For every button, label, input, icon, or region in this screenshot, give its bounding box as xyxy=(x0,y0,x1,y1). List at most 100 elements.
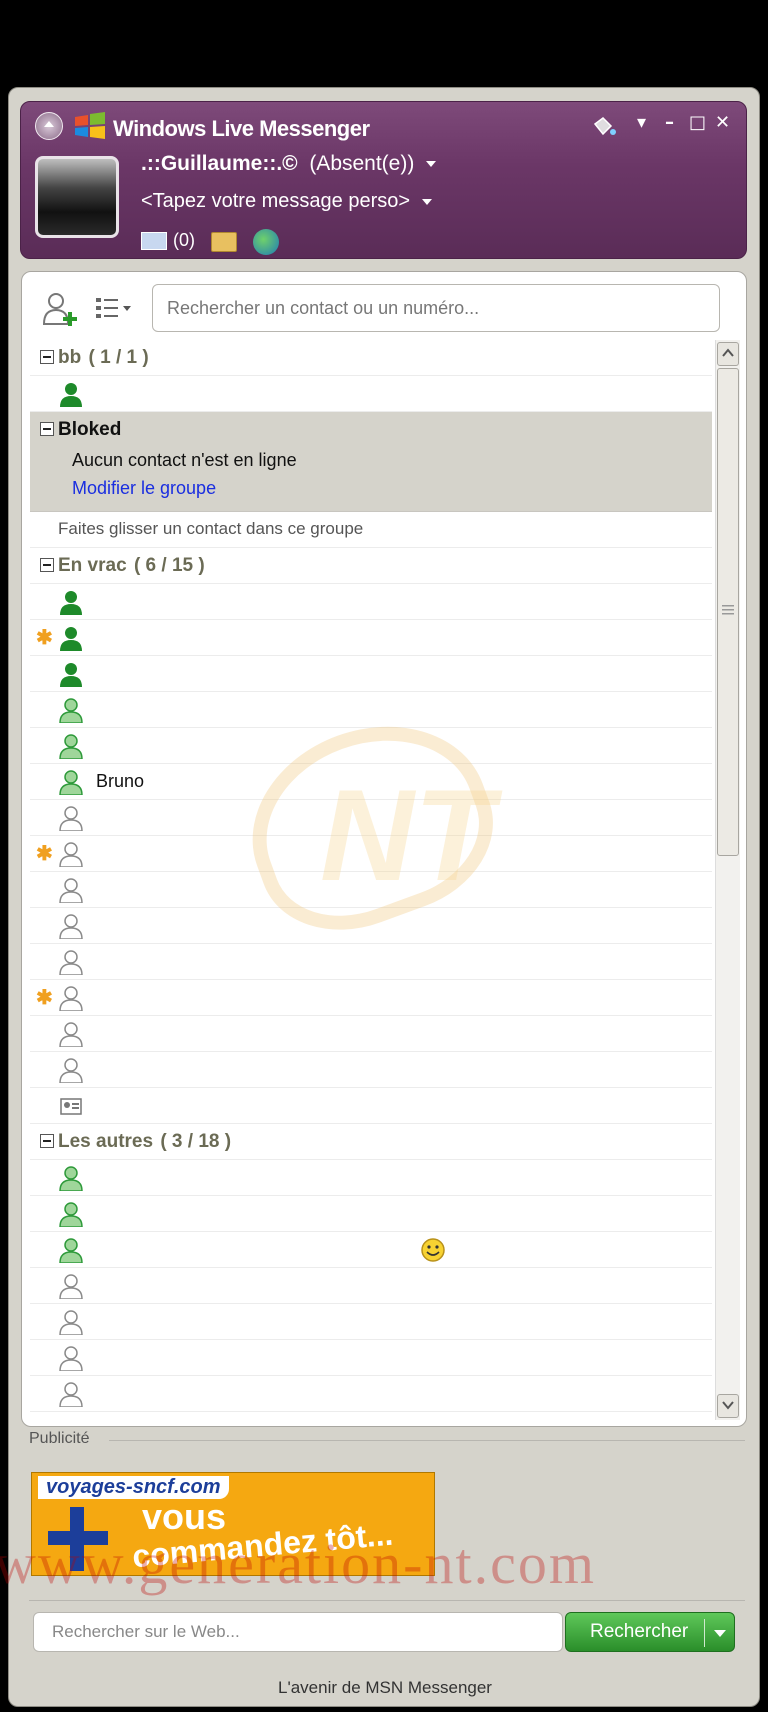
scroll-up-button[interactable] xyxy=(717,342,739,366)
folder-icon[interactable] xyxy=(211,232,237,252)
chevron-up-icon xyxy=(722,348,734,357)
contact-row[interactable] xyxy=(30,656,712,692)
contact-row[interactable] xyxy=(30,1016,712,1052)
smiley-emoticon-icon xyxy=(421,1238,445,1262)
contact-online-icon xyxy=(60,383,82,407)
globe-icon[interactable] xyxy=(253,229,279,255)
avatar[interactable] xyxy=(35,156,119,238)
contact-offline-icon xyxy=(59,1346,83,1371)
contact-offline-icon xyxy=(59,914,83,939)
paint-bucket-icon[interactable] xyxy=(589,114,617,138)
group-name: Les autres xyxy=(58,1131,154,1152)
footer-text: L'avenir de MSN Messenger xyxy=(278,1678,492,1697)
contact-toolbar xyxy=(28,280,740,336)
contact-name: Bruno xyxy=(96,771,145,791)
options-dropdown-button[interactable]: ▾ xyxy=(637,112,646,133)
contact-row[interactable] xyxy=(30,1304,712,1340)
contact-row[interactable] xyxy=(30,1232,712,1268)
close-button[interactable]: ✕ xyxy=(715,112,730,133)
menu-icon[interactable] xyxy=(35,112,63,140)
chevron-down-icon[interactable] xyxy=(714,1630,726,1637)
group-count: ( 1 / 1 ) xyxy=(88,347,149,368)
contact-online-icon xyxy=(60,591,82,615)
contact-offline-icon xyxy=(59,1022,83,1047)
contact-offline-icon xyxy=(59,1274,83,1299)
ad-label: Publicité xyxy=(29,1430,90,1447)
status-label: (Absent(e)) xyxy=(309,152,415,175)
contact-row[interactable] xyxy=(30,376,712,412)
contact-online-icon xyxy=(60,627,82,651)
contact-row[interactable] xyxy=(30,1160,712,1196)
scrollbar-thumb[interactable] xyxy=(717,368,739,856)
collapse-icon[interactable] xyxy=(40,422,54,436)
contact-row[interactable]: ✱ xyxy=(30,980,712,1016)
mail-icon[interactable] xyxy=(141,232,167,250)
contact-search-input[interactable] xyxy=(152,284,720,332)
chevron-down-icon xyxy=(426,161,437,168)
contact-list: bb ( 1 / 1 ) Bloked Aucun contact n'est … xyxy=(30,340,712,1420)
scroll-down-button[interactable] xyxy=(717,1394,739,1418)
contact-row[interactable] xyxy=(30,872,712,908)
web-search-button[interactable]: Rechercher xyxy=(565,1612,735,1652)
contact-row[interactable] xyxy=(30,800,712,836)
list-view-icon[interactable] xyxy=(94,294,134,324)
group-header-en-vrac[interactable]: En vrac ( 6 / 15 ) xyxy=(30,548,712,584)
contact-row[interactable] xyxy=(30,1052,712,1088)
collapse-icon[interactable] xyxy=(40,350,54,364)
contact-row[interactable] xyxy=(30,1268,712,1304)
contact-offline-icon xyxy=(59,842,83,867)
group-header-les-autres[interactable]: Les autres ( 3 / 18 ) xyxy=(30,1124,712,1160)
add-contact-icon[interactable] xyxy=(40,290,82,328)
edit-group-link[interactable]: Modifier le groupe xyxy=(72,478,216,499)
contact-offline-icon xyxy=(59,806,83,831)
contact-panel: bb ( 1 / 1 ) Bloked Aucun contact n'est … xyxy=(21,271,747,1427)
contact-row[interactable] xyxy=(30,1088,712,1124)
contact-row[interactable] xyxy=(30,692,712,728)
maximize-button[interactable]: □ xyxy=(689,112,706,133)
header: Windows Live Messenger ▾ – □ ✕ .::Guilla… xyxy=(20,101,747,259)
web-search-button-label: Rechercher xyxy=(590,1621,689,1642)
chevron-down-icon xyxy=(422,198,433,205)
group-header-bb[interactable]: bb ( 1 / 1 ) xyxy=(30,340,712,376)
collapse-icon[interactable] xyxy=(40,558,54,572)
grip-icon xyxy=(722,605,734,615)
ad-headline: vous xyxy=(142,1496,227,1537)
group-header-bloked[interactable]: Bloked xyxy=(30,412,712,448)
contact-row[interactable] xyxy=(30,1340,712,1376)
contact-away-icon xyxy=(59,1166,83,1191)
ad-banner[interactable]: voyages-sncf.com vous commandez tôt... xyxy=(31,1472,435,1576)
contact-list-scrollbar[interactable] xyxy=(715,340,740,1420)
web-search-input[interactable] xyxy=(33,1612,563,1652)
group-name: Bloked xyxy=(58,419,122,440)
ad-divider xyxy=(109,1440,745,1441)
drag-hint-text: Faites glisser un contact dans ce groupe xyxy=(30,512,712,548)
contact-row[interactable] xyxy=(30,1196,712,1232)
group-name: En vrac xyxy=(58,555,127,576)
group-bloked: Bloked Aucun contact n'est en ligne Modi… xyxy=(30,412,712,512)
contact-row[interactable] xyxy=(30,584,712,620)
personal-message-menu[interactable]: <Tapez votre message perso> xyxy=(141,190,433,213)
button-separator xyxy=(704,1619,705,1647)
contact-row[interactable] xyxy=(30,1376,712,1412)
contact-row[interactable] xyxy=(30,908,712,944)
messenger-window: Windows Live Messenger ▾ – □ ✕ .::Guilla… xyxy=(8,87,760,1707)
display-name-menu[interactable]: .::Guillaume::.© (Absent(e)) xyxy=(141,152,437,176)
contact-away-icon xyxy=(59,770,83,795)
display-name: .::Guillaume::.© xyxy=(141,152,298,175)
collapse-icon[interactable] xyxy=(40,1134,54,1148)
new-contact-star-icon: ✱ xyxy=(36,627,53,649)
contact-row-bruno[interactable]: Bruno xyxy=(30,764,712,800)
group-name: bb xyxy=(58,347,82,368)
mail-count: (0) xyxy=(173,230,195,250)
contact-row[interactable] xyxy=(30,944,712,980)
contact-row[interactable] xyxy=(30,728,712,764)
contact-row[interactable]: ✱ xyxy=(30,836,712,872)
contact-offline-icon xyxy=(59,1310,83,1335)
contact-online-icon xyxy=(60,663,82,687)
minimize-button[interactable]: – xyxy=(665,112,674,133)
windows-logo-icon xyxy=(75,112,105,139)
contact-away-icon xyxy=(59,734,83,759)
personal-message: <Tapez votre message perso> xyxy=(141,190,411,212)
app-title: Windows Live Messenger xyxy=(113,116,370,141)
contact-row[interactable]: ✱ xyxy=(30,620,712,656)
